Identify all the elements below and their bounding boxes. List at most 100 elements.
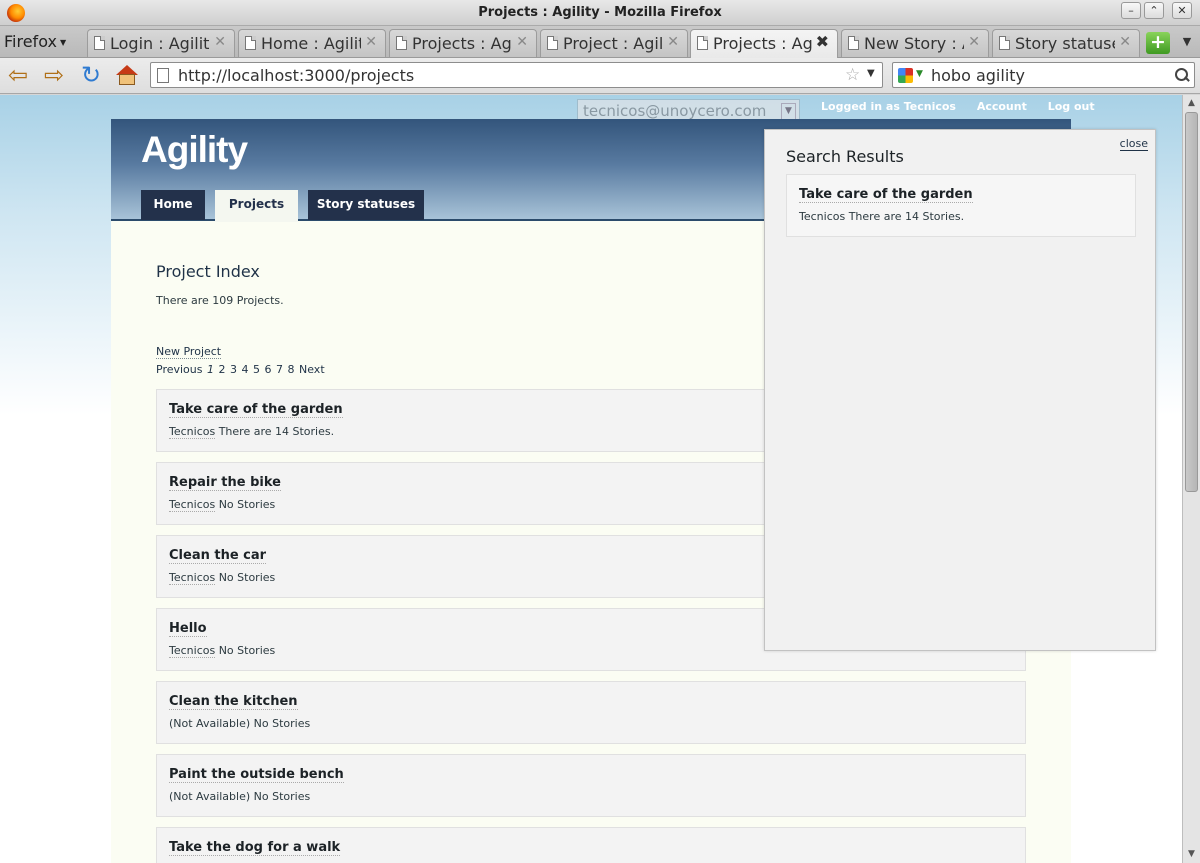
scroll-up-arrow-icon[interactable]: ▲ <box>1183 95 1200 112</box>
project-name-link[interactable]: Repair the bike <box>169 475 281 491</box>
page-link[interactable]: 3 <box>230 363 237 376</box>
page-link[interactable]: 6 <box>265 363 272 376</box>
bookmark-star-icon[interactable]: ☆ <box>845 65 860 85</box>
url-input[interactable] <box>178 65 838 86</box>
project-meta: (Not Available) No Stories <box>169 790 310 803</box>
close-window-button[interactable]: ✕ <box>1172 2 1192 19</box>
project-stories: No Stories <box>218 571 276 584</box>
project-name-link[interactable]: Clean the car <box>169 548 267 564</box>
project-owner[interactable]: Tecnicos <box>169 425 216 439</box>
new-project-link[interactable]: New Project <box>156 345 222 359</box>
project-card: Clean the kitchen (Not Available) No Sto… <box>156 681 1026 744</box>
project-meta: Tecnicos No Stories <box>169 571 276 585</box>
browser-tab[interactable]: New Story : Agility ✕ <box>841 29 989 57</box>
tab-label: Home : Agility <box>261 34 361 53</box>
close-tab-icon[interactable]: ✖ <box>816 32 829 51</box>
new-tab-plus-icon[interactable]: + <box>1146 32 1170 54</box>
browser-tab-active[interactable]: Projects : Agility ✖ <box>690 29 838 58</box>
page-viewport: tecnicos@unoycero.com ▼ Logged in as Tec… <box>0 95 1182 863</box>
account-nav: Logged in as Tecnicos Account Log out <box>821 100 1112 113</box>
project-name-link[interactable]: Clean the kitchen <box>169 694 298 710</box>
reload-icon[interactable]: ↻ <box>77 63 105 89</box>
page-scrollbar[interactable]: ▲ ▼ <box>1182 95 1200 863</box>
tab-label: Projects : Agility <box>412 34 512 53</box>
maximize-button[interactable]: ⌃ <box>1144 2 1164 19</box>
window-title: Projects : Agility - Mozilla Firefox <box>478 5 722 20</box>
page-icon <box>848 36 859 50</box>
browser-tab[interactable]: Home : Agility ✕ <box>238 29 386 57</box>
project-name-link[interactable]: Paint the outside bench <box>169 767 344 783</box>
project-name-link[interactable]: Take care of the garden <box>169 402 343 418</box>
project-stories: No Stories <box>253 717 311 730</box>
scroll-down-arrow-icon[interactable]: ▼ <box>1183 846 1200 863</box>
close-tab-icon[interactable]: ✕ <box>516 34 528 50</box>
user-select-value: tecnicos@unoycero.com <box>583 102 767 120</box>
browser-tab[interactable]: Story statuses : Agility ✕ <box>992 29 1140 57</box>
browser-tab[interactable]: Project : Agility ✕ <box>540 29 688 57</box>
nav-projects[interactable]: Projects <box>215 190 298 222</box>
url-bar[interactable]: ☆ ▼ <box>150 62 883 88</box>
page-icon <box>697 36 708 50</box>
project-owner[interactable]: Tecnicos <box>169 644 216 658</box>
close-tab-icon[interactable]: ✕ <box>1119 34 1131 50</box>
page-icon <box>245 36 256 50</box>
search-icon[interactable] <box>1174 67 1190 83</box>
logout-link[interactable]: Log out <box>1048 100 1095 113</box>
previous-page-label: Previous <box>156 363 203 376</box>
forward-arrow-icon[interactable]: ⇨ <box>40 63 68 89</box>
engine-dropdown-icon[interactable]: ▼ <box>916 69 923 79</box>
close-search-results-link[interactable]: close <box>1119 137 1148 151</box>
chevron-down-icon: ▼ <box>59 38 67 47</box>
app-name[interactable]: Agility <box>141 129 248 171</box>
project-meta: Tecnicos There are 14 Stories. <box>169 425 334 439</box>
google-icon[interactable] <box>898 68 913 83</box>
tab-label: New Story : Agility <box>864 34 964 53</box>
project-owner[interactable]: Tecnicos <box>169 498 216 512</box>
browser-tab[interactable]: Login : Agility ✕ <box>87 29 235 57</box>
search-result-stories: There are 14 Stories. <box>848 210 965 223</box>
close-tab-icon[interactable]: ✕ <box>968 34 980 50</box>
search-results-title: Search Results <box>786 147 904 166</box>
history-dropdown-icon[interactable]: ▼ <box>867 68 875 79</box>
search-input[interactable] <box>931 65 1161 86</box>
account-link[interactable]: Account <box>977 100 1027 113</box>
close-tab-icon[interactable]: ✕ <box>667 34 679 50</box>
search-result-meta: Tecnicos There are 14 Stories. <box>799 210 964 223</box>
project-name-link[interactable]: Hello <box>169 621 207 637</box>
project-meta: (Not Available) No Stories <box>169 717 310 730</box>
web-search-bar[interactable]: ▼ <box>892 62 1195 88</box>
close-tab-icon[interactable]: ✕ <box>214 34 226 50</box>
next-page-link[interactable]: Next <box>299 363 325 376</box>
firefox-menu-label: Firefox <box>4 32 57 51</box>
home-icon[interactable] <box>113 63 141 89</box>
nav-story-statuses[interactable]: Story statuses <box>308 190 424 220</box>
page-link[interactable]: 5 <box>253 363 260 376</box>
search-result-owner[interactable]: Tecnicos <box>799 210 845 223</box>
scrollbar-thumb[interactable] <box>1185 112 1198 492</box>
project-name-link[interactable]: Take the dog for a walk <box>169 840 341 856</box>
close-tab-icon[interactable]: ✕ <box>365 34 377 50</box>
search-result-name-link[interactable]: Take care of the garden <box>799 187 973 203</box>
chevron-down-icon: ▼ <box>781 103 796 120</box>
tab-label: Login : Agility <box>110 34 210 53</box>
project-owner: (Not Available) <box>169 790 251 803</box>
page-icon <box>999 36 1010 50</box>
page-link[interactable]: 8 <box>288 363 295 376</box>
tab-list-chevron-icon[interactable]: ▼ <box>1177 30 1197 54</box>
main-content: Project Index There are 109 Projects. Ne… <box>156 262 325 376</box>
page-link[interactable]: 2 <box>219 363 226 376</box>
page-icon <box>94 36 105 50</box>
browser-tab[interactable]: Projects : Agility ✕ <box>389 29 537 57</box>
nav-home[interactable]: Home <box>141 190 205 220</box>
tab-label: Story statuses : Agility <box>1015 34 1115 53</box>
page-link[interactable]: 4 <box>242 363 249 376</box>
logged-in-text: Logged in as Tecnicos <box>821 100 956 113</box>
project-owner[interactable]: Tecnicos <box>169 571 216 585</box>
project-stories: No Stories <box>218 498 276 511</box>
project-card: Paint the outside bench (Not Available) … <box>156 754 1026 817</box>
minimize-button[interactable]: – <box>1121 2 1141 19</box>
pagination: Previous 1 2 3 4 5 6 7 8 Next <box>156 363 326 376</box>
back-arrow-icon[interactable]: ⇦ <box>4 63 32 89</box>
page-link[interactable]: 7 <box>276 363 283 376</box>
firefox-menu-button[interactable]: Firefox ▼ <box>4 32 66 51</box>
